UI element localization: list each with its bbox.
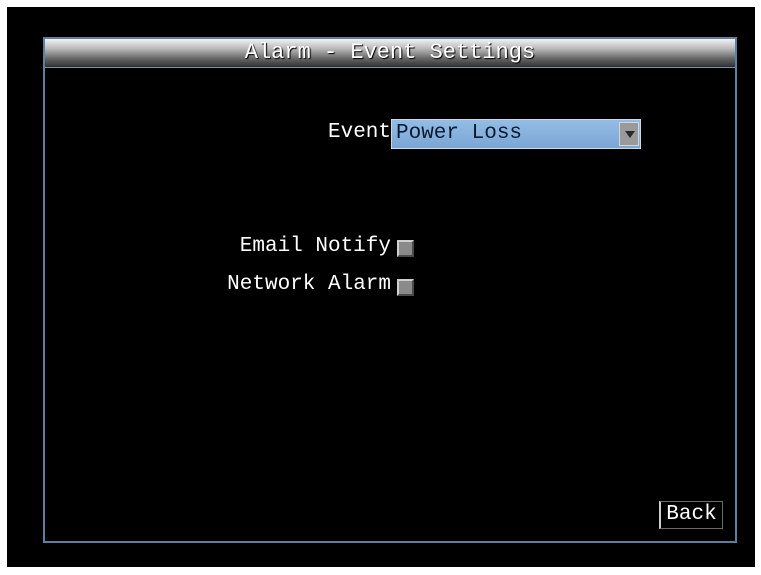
alarm-event-settings-dialog: Alarm - Event Settings Event Power Loss …: [43, 37, 737, 543]
dialog-title: Alarm - Event Settings: [45, 39, 735, 68]
chevron-down-icon[interactable]: [619, 122, 639, 146]
event-selected-value: Power Loss: [396, 122, 523, 145]
event-label: Event: [327, 121, 391, 144]
email-notify-checkbox[interactable]: [397, 240, 414, 257]
event-select[interactable]: Power Loss: [391, 119, 641, 149]
dvr-screen: Alarm - Event Settings Event Power Loss …: [7, 7, 755, 567]
email-notify-label: Email Notify: [239, 235, 391, 258]
back-button[interactable]: Back: [659, 501, 723, 529]
network-alarm-label: Network Alarm: [227, 273, 391, 296]
network-alarm-checkbox[interactable]: [397, 279, 414, 296]
